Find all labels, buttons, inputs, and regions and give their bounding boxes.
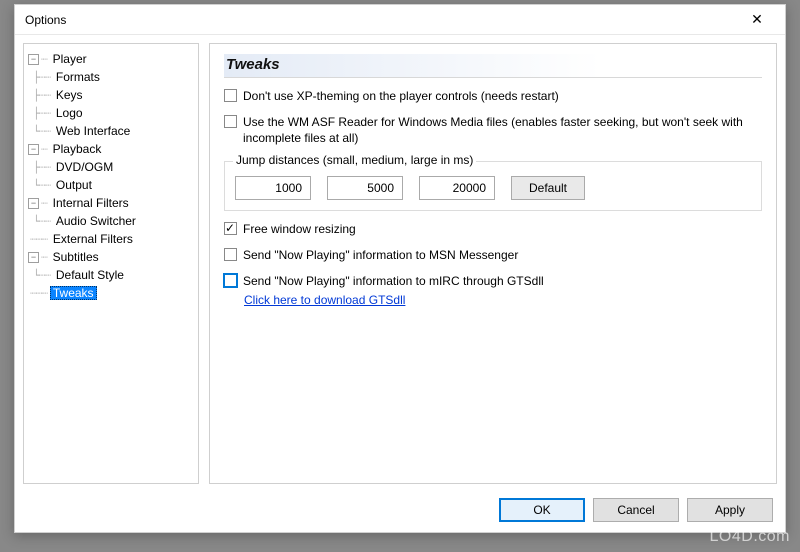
checkbox-label: Don't use XP-theming on the player contr… (243, 88, 559, 104)
content-area: − ┈ Player ├┈┈ Formats ├┈┈ Keys (15, 35, 785, 492)
tree-label: External Filters (50, 232, 136, 246)
options-dialog: Options ✕ − ┈ Player ├┈┈ Formats (14, 4, 786, 533)
tree-label: Subtitles (50, 250, 102, 264)
tree-item-external-filters[interactable]: ┈┈┈ External Filters (28, 230, 194, 248)
checkbox-free-resize[interactable]: Free window resizing (224, 221, 762, 237)
tree-label: Formats (53, 70, 103, 84)
close-icon: ✕ (751, 11, 763, 28)
tree-label: DVD/OGM (53, 160, 116, 174)
tree-item-internal-filters[interactable]: − ┈ Internal Filters (28, 194, 194, 212)
checkbox-mirc[interactable]: Send "Now Playing" information to mIRC t… (224, 273, 762, 289)
checkbox-icon (224, 248, 237, 261)
tree-label: Internal Filters (50, 196, 132, 210)
tree-label: Tweaks (50, 286, 97, 300)
checkbox-icon (224, 222, 237, 235)
jump-small-input[interactable]: 1000 (235, 176, 311, 200)
checkbox-xp-theming[interactable]: Don't use XP-theming on the player contr… (224, 88, 762, 104)
panel-title: Tweaks (224, 54, 762, 78)
jump-distances-group: Jump distances (small, medium, large in … (224, 161, 762, 211)
jump-large-input[interactable]: 20000 (419, 176, 495, 200)
tree-label: Keys (53, 88, 86, 102)
cancel-button[interactable]: Cancel (593, 498, 679, 522)
collapse-icon[interactable]: − (28, 198, 39, 209)
tree-item-subtitles[interactable]: − ┈ Subtitles (28, 248, 194, 266)
tree-item-tweaks[interactable]: ┈┈┈ Tweaks (28, 284, 194, 302)
tree-item-audio-switcher[interactable]: └┈┈ Audio Switcher (28, 212, 194, 230)
tree-label: Output (53, 178, 95, 192)
close-button[interactable]: ✕ (737, 7, 777, 33)
tree-label: Playback (50, 142, 105, 156)
tree-item-default-style[interactable]: └┈┈ Default Style (28, 266, 194, 284)
download-gtsdll-link[interactable]: Click here to download GTSdll (244, 293, 405, 307)
jump-medium-input[interactable]: 5000 (327, 176, 403, 200)
checkbox-icon (224, 274, 237, 287)
ok-button[interactable]: OK (499, 498, 585, 522)
tweaks-panel: Tweaks Don't use XP-theming on the playe… (209, 43, 777, 484)
checkbox-label: Send "Now Playing" information to MSN Me… (243, 247, 518, 263)
tree-label: Web Interface (53, 124, 133, 138)
titlebar: Options ✕ (15, 5, 785, 35)
tree-label: Logo (53, 106, 86, 120)
tree-item-formats[interactable]: ├┈┈ Formats (28, 68, 194, 86)
nav-tree[interactable]: − ┈ Player ├┈┈ Formats ├┈┈ Keys (23, 43, 199, 484)
dialog-button-row: OK Cancel Apply (15, 492, 785, 532)
checkbox-msn[interactable]: Send "Now Playing" information to MSN Me… (224, 247, 762, 263)
tree-label: Player (50, 52, 90, 66)
collapse-icon[interactable]: − (28, 54, 39, 65)
apply-button[interactable]: Apply (687, 498, 773, 522)
tree-item-web-interface[interactable]: └┈┈ Web Interface (28, 122, 194, 140)
checkbox-label: Use the WM ASF Reader for Windows Media … (243, 114, 762, 146)
tree-item-keys[interactable]: ├┈┈ Keys (28, 86, 194, 104)
checkbox-icon (224, 89, 237, 102)
window-title: Options (25, 13, 737, 27)
tree-label: Audio Switcher (53, 214, 139, 228)
default-button[interactable]: Default (511, 176, 585, 200)
checkbox-label: Free window resizing (243, 221, 356, 237)
tree-item-output[interactable]: └┈┈ Output (28, 176, 194, 194)
tree-item-dvd-ogm[interactable]: ├┈┈ DVD/OGM (28, 158, 194, 176)
checkbox-icon (224, 115, 237, 128)
tree-label: Default Style (53, 268, 127, 282)
checkbox-asf-reader[interactable]: Use the WM ASF Reader for Windows Media … (224, 114, 762, 146)
collapse-icon[interactable]: − (28, 144, 39, 155)
tree-item-player[interactable]: − ┈ Player (28, 50, 194, 68)
checkbox-label: Send "Now Playing" information to mIRC t… (243, 273, 544, 289)
collapse-icon[interactable]: − (28, 252, 39, 263)
group-title: Jump distances (small, medium, large in … (233, 153, 476, 167)
tree-item-playback[interactable]: − ┈ Playback (28, 140, 194, 158)
tree-item-logo[interactable]: ├┈┈ Logo (28, 104, 194, 122)
